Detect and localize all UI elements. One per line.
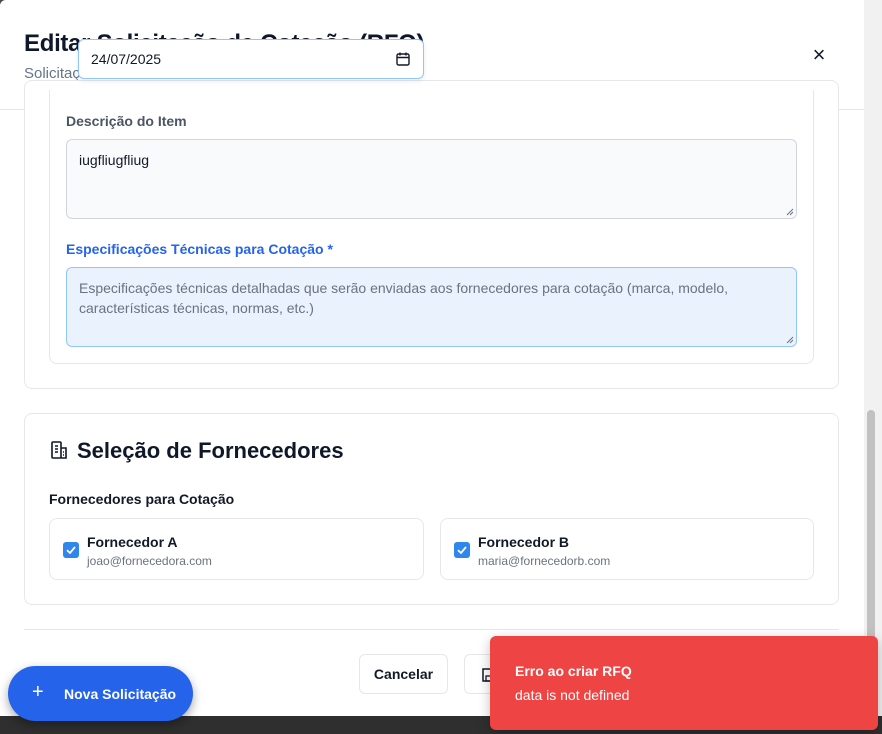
technical-specs-label: Especificações Técnicas para Cotação * <box>66 241 333 257</box>
cancel-button[interactable]: Cancelar <box>359 654 448 694</box>
technical-specs-textarea[interactable]: Especificações técnicas detalhadas que s… <box>66 267 797 347</box>
new-request-label: Nova Solicitação <box>64 686 177 702</box>
supplier-name: Fornecedor B <box>478 534 570 550</box>
edit-rfq-modal: Editar Solicitação de Cotação (RFQ) Soli… <box>0 0 864 716</box>
toast-title: Erro ao criar RFQ <box>515 663 632 679</box>
supplier-a-checkbox[interactable] <box>63 542 79 558</box>
supplier-option-b[interactable]: Fornecedor B maria@fornecedorb.com <box>440 518 814 580</box>
toast-message: data is not defined <box>515 687 630 703</box>
check-icon <box>457 546 467 555</box>
supplier-b-checkbox[interactable] <box>454 542 470 558</box>
error-toast[interactable]: Erro ao criar RFQ data is not defined <box>490 636 878 730</box>
supplier-option-a[interactable]: Fornecedor A joao@fornecedora.com <box>49 518 424 580</box>
suppliers-list-label: Fornecedores para Cotação <box>49 491 235 507</box>
supplier-email: joao@fornecedora.com <box>87 554 212 568</box>
resize-handle-icon[interactable] <box>786 208 794 216</box>
check-icon <box>66 546 76 555</box>
item-description-label: Descrição do Item <box>66 113 187 129</box>
building-icon <box>51 441 67 459</box>
close-button[interactable]: × <box>805 42 833 70</box>
new-request-button[interactable]: + Nova Solicitação <box>8 666 193 721</box>
date-picker-input[interactable]: 24/07/2025 <box>78 39 424 79</box>
supplier-name: Fornecedor A <box>87 534 178 550</box>
item-description-textarea[interactable]: iugfliugfliug <box>66 139 797 219</box>
plus-icon: + <box>32 681 44 703</box>
calendar-icon[interactable] <box>395 51 411 67</box>
footer-divider <box>24 629 839 630</box>
item-description-value: iugfliugfliug <box>79 152 150 168</box>
resize-handle-icon[interactable] <box>786 336 794 344</box>
date-value: 24/07/2025 <box>91 51 162 67</box>
modal-scrollbar[interactable] <box>864 0 882 716</box>
supplier-email: maria@fornecedorb.com <box>478 554 611 568</box>
suppliers-title: Seleção de Fornecedores <box>77 438 344 463</box>
technical-specs-placeholder: Especificações técnicas detalhadas que s… <box>79 280 729 316</box>
